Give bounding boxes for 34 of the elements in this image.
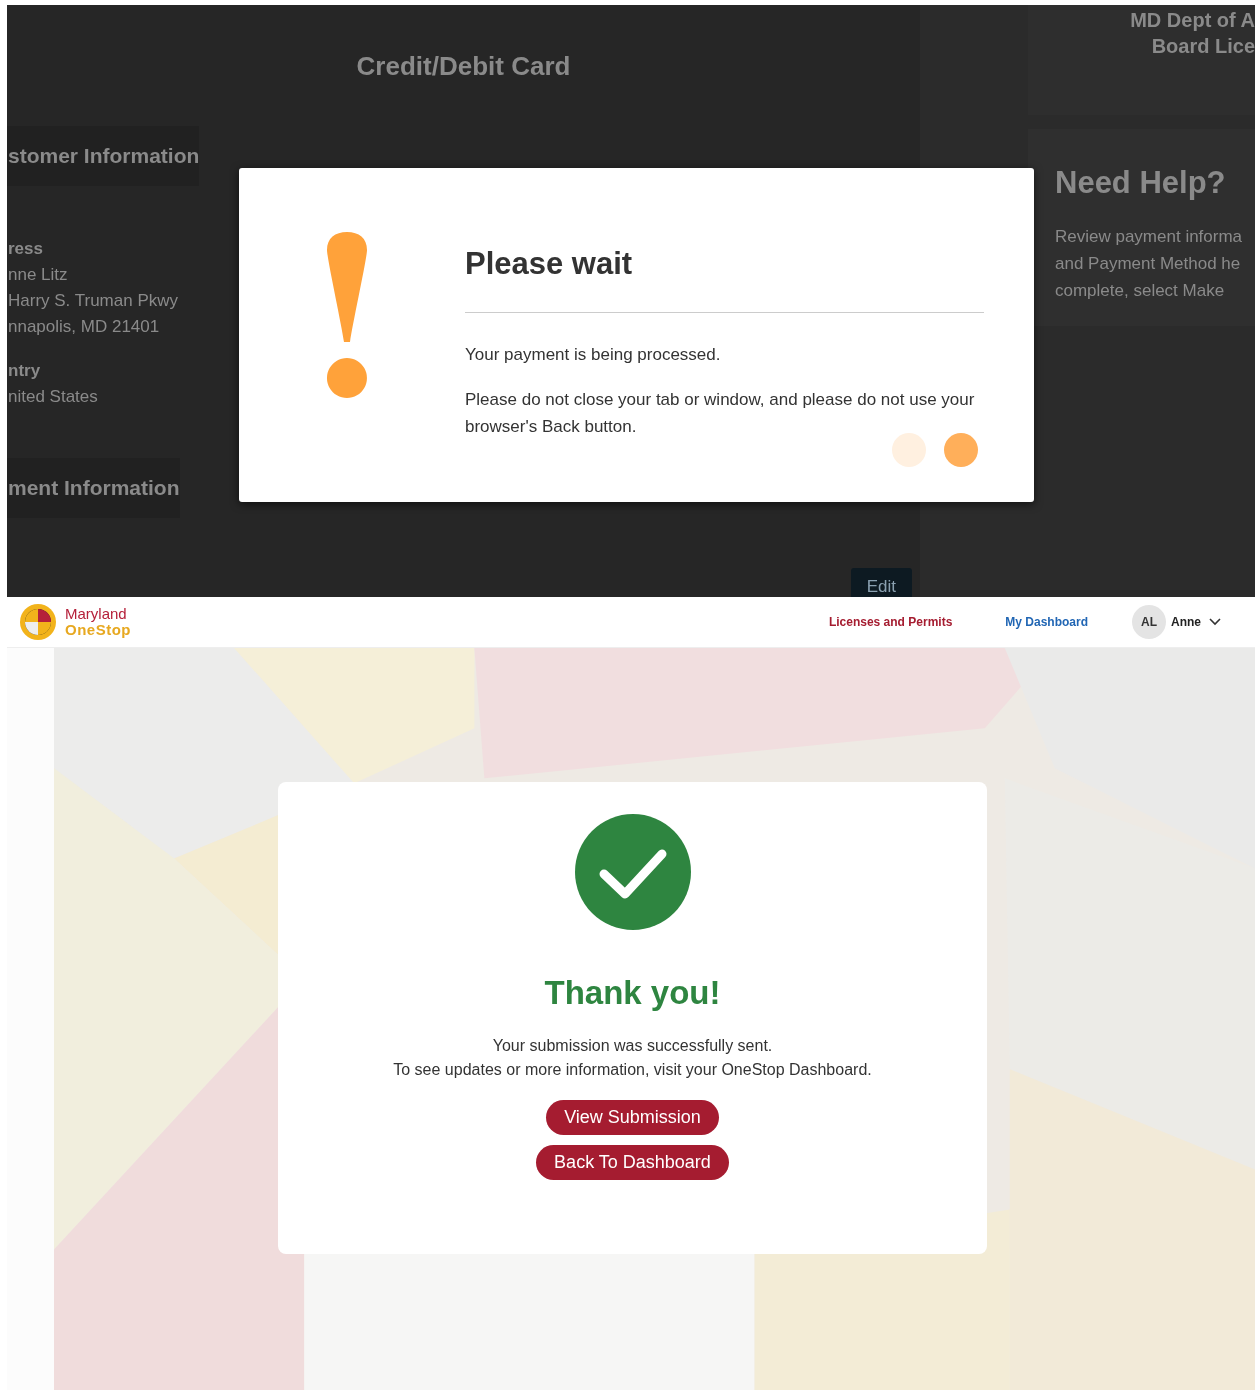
- flag-seal-icon: [19, 603, 57, 641]
- checkmark-icon: [574, 814, 691, 930]
- agency-name: MD Dept of A: [1129, 8, 1255, 33]
- chevron-down-icon[interactable]: [1209, 618, 1221, 626]
- field-value: nne Litz: [8, 264, 68, 286]
- help-title: Need Help?: [1055, 165, 1227, 201]
- confirmation-message: To see updates or more information, visit your OneStop Dashboard.: [393, 1060, 872, 1080]
- user-avatar: AL: [1132, 605, 1166, 639]
- user-name[interactable]: Anne: [1171, 615, 1201, 629]
- section-heading: ment Information: [7, 458, 180, 518]
- logo-text: Maryland: [65, 606, 128, 622]
- confirmation-message: Your submission was successfully sent.: [491, 1036, 774, 1056]
- action-button[interactable]: View Submission: [546, 1100, 719, 1135]
- exclamation-icon: [326, 232, 368, 398]
- nav-link[interactable]: Licenses and Permits: [828, 615, 953, 629]
- thank-you-heading: Thank you!: [544, 974, 721, 1012]
- field-value: Harry S. Truman Pkwy: [8, 290, 179, 312]
- field-value: nited States: [8, 386, 98, 408]
- modal-message: Your payment is being processed.: [465, 344, 722, 366]
- field-label: ress: [8, 238, 43, 260]
- edit-button[interactable]: Edit: [850, 568, 912, 597]
- help-text: and Payment Method he: [1055, 253, 1242, 275]
- agency-name: Board Lice: [1150, 34, 1255, 59]
- section-heading: stomer Information: [7, 126, 200, 186]
- logo-text: OneStop: [65, 622, 131, 638]
- action-button[interactable]: Back To Dashboard: [536, 1145, 729, 1180]
- nav-link[interactable]: My Dashboard: [1005, 615, 1088, 629]
- help-text: Review payment informa: [1055, 226, 1244, 248]
- field-value: nnapolis, MD 21401: [8, 316, 160, 338]
- modal-title: Please wait: [465, 246, 634, 282]
- page-title: Credit/Debit Card: [355, 50, 572, 83]
- field-label: ntry: [8, 360, 41, 382]
- modal-message: Please do not close your tab or window, and please do not use your browser's Back button.: [465, 389, 976, 438]
- help-text: complete, select Make: [1055, 280, 1226, 302]
